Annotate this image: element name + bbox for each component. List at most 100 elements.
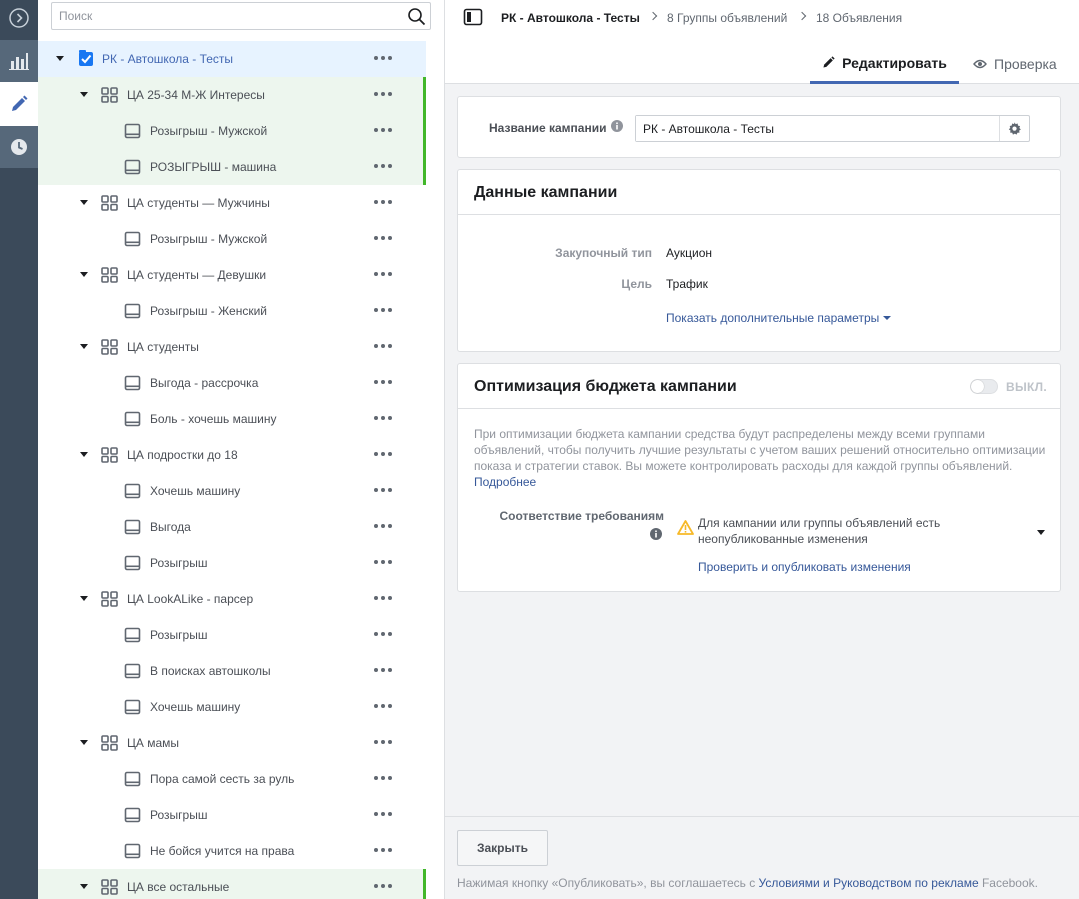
tree-row-ad-set[interactable]: ЦА LookALike - парсер [38,581,426,617]
more-options-icon[interactable] [374,807,392,821]
collapse-caret-icon[interactable] [80,452,88,457]
more-options-icon[interactable] [374,447,392,461]
search-icon[interactable] [407,7,426,26]
tree-row-ad-set[interactable]: ЦА студенты [38,329,426,365]
more-options-icon[interactable] [374,267,392,281]
tree-row-ad[interactable]: Розыгрыш [38,617,426,653]
tree-row-ad[interactable]: Выгода [38,509,426,545]
tab-edit[interactable]: Редактировать [810,44,959,84]
tree-row-ad-set[interactable]: ЦА подростки до 18 [38,437,426,473]
more-options-icon[interactable] [374,627,392,641]
dot [374,560,378,564]
tree-row-ad[interactable]: Хочешь машину [38,689,426,725]
expand-warning-caret-icon[interactable] [1037,530,1045,535]
breadcrumb-ads[interactable]: 18 Объявления [816,11,902,25]
tree-row-ad-set[interactable]: ЦА все остальные [38,869,426,899]
tree-row-ad-set[interactable]: ЦА мамы [38,725,426,761]
checked-checkbox-icon[interactable] [78,50,96,66]
tree-row-campaign[interactable]: РК - Автошкола - Тесты [38,41,426,77]
tree-row-ad-set[interactable]: ЦА 25-34 М-Ж Интересы [38,77,426,113]
search-input[interactable] [52,3,402,29]
budget-optimization-toggle[interactable] [970,379,998,394]
more-options-icon[interactable] [374,339,392,353]
show-more-params-link[interactable]: Показать дополнительные параметры [666,311,892,325]
close-button[interactable]: Закрыть [457,830,548,866]
more-options-icon[interactable] [374,411,392,425]
tree-row-label: ЦА LookALike - парсер [127,592,254,606]
name-settings-button[interactable] [999,116,1029,141]
more-options-icon[interactable] [374,375,392,389]
collapse-caret-icon[interactable] [80,740,88,745]
dot [388,848,392,852]
tree-row-ad[interactable]: Розыгрыш - Женский [38,293,426,329]
ad-set-grid-icon [101,339,118,355]
dot [374,200,378,204]
more-options-icon[interactable] [374,699,392,713]
more-options-icon[interactable] [374,51,392,65]
tab-review[interactable]: Проверка [973,44,1079,84]
more-options-icon[interactable] [374,195,392,209]
tree-row-ad[interactable]: Выгода - рассрочка [38,365,426,401]
collapse-caret-icon[interactable] [80,344,88,349]
tree-row-ad[interactable]: Хочешь машину [38,473,426,509]
campaign-name-input[interactable] [636,116,998,141]
more-options-icon[interactable] [374,591,392,605]
toggle-knob [971,380,984,393]
review-publish-link[interactable]: Проверить и опубликовать изменения [698,560,911,574]
ad-card-icon [124,627,141,643]
more-options-icon[interactable] [374,771,392,785]
tree-row-ad[interactable]: Розыгрыш [38,545,426,581]
collapse-caret-icon[interactable] [80,200,88,205]
tree-row-ad[interactable]: Розыгрыш - Мужской [38,221,426,257]
sidebar-toggle-icon[interactable] [463,7,483,27]
more-options-icon[interactable] [374,735,392,749]
tree-row-ad[interactable]: Не бойся учится на права [38,833,426,869]
ad-set-grid-icon [101,591,118,607]
collapse-caret-icon[interactable] [80,596,88,601]
more-options-icon[interactable] [374,87,392,101]
tree-row-ad-set[interactable]: ЦА студенты — Девушки [38,257,426,293]
collapse-caret-icon[interactable] [80,272,88,277]
dot [381,380,385,384]
tree-row-label: ЦА 25-34 М-Ж Интересы [127,88,265,102]
tree-row-ad[interactable]: Розыгрыш - Мужской [38,113,426,149]
toggle-state-label: ВЫКЛ. [1006,380,1047,394]
collapse-caret-icon[interactable] [56,56,64,61]
tree-row-ad[interactable]: В поисках автошколы [38,653,426,689]
reports-rail-button[interactable] [0,40,38,82]
more-options-icon[interactable] [374,159,392,173]
more-options-icon[interactable] [374,483,392,497]
dot [388,236,392,240]
collapse-caret-icon[interactable] [80,884,88,889]
info-icon[interactable] [611,120,623,132]
more-options-icon[interactable] [374,231,392,245]
info-icon[interactable] [650,528,662,540]
learn-more-link[interactable]: Подробнее [474,474,1054,490]
more-options-icon[interactable] [374,555,392,569]
tree-row-ad[interactable]: РОЗЫГРЫШ - машина [38,149,426,185]
breadcrumb-adsets[interactable]: 8 Группы объявлений [667,11,787,25]
more-options-icon[interactable] [374,663,392,677]
more-options-icon[interactable] [374,879,392,893]
campaign-data-title: Данные кампании [474,184,618,201]
dot [388,560,392,564]
dot [388,164,392,168]
history-rail-button[interactable] [0,126,38,168]
editor-header: РК - Автошкола - Тесты 8 Группы объявлен… [445,0,1079,84]
breadcrumb-campaign[interactable]: РК - Автошкола - Тесты [501,11,640,25]
tree-row-ad[interactable]: Боль - хочешь машину [38,401,426,437]
terms-link[interactable]: Условиями и Руководством по рекламе [759,876,979,890]
tree-row-ad-set[interactable]: ЦА студенты — Мужчины [38,185,426,221]
tab-review-label: Проверка [994,56,1057,72]
ad-set-grid-icon [101,87,118,103]
edit-rail-button[interactable] [0,82,38,126]
tree-row-ad[interactable]: Розыгрыш [38,797,426,833]
tree-row-ad[interactable]: Пора самой сесть за руль [38,761,426,797]
ad-card-icon [124,231,141,247]
more-options-icon[interactable] [374,123,392,137]
collapse-caret-icon[interactable] [80,92,88,97]
more-options-icon[interactable] [374,519,392,533]
more-options-icon[interactable] [374,303,392,317]
more-options-icon[interactable] [374,843,392,857]
expand-rail-button[interactable] [0,0,38,36]
